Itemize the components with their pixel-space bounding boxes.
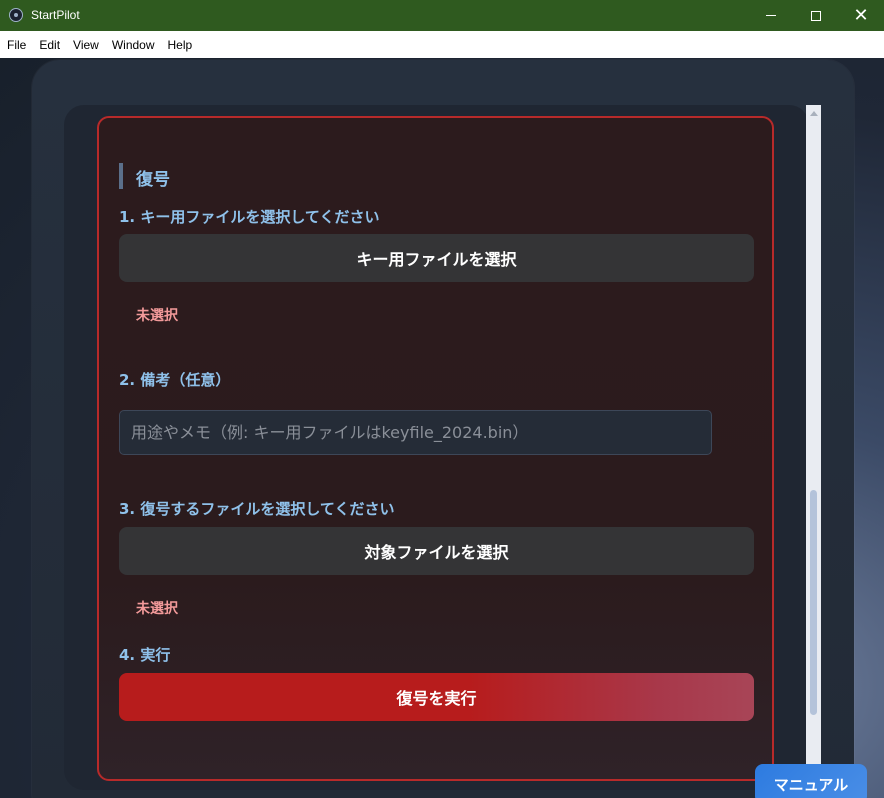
- decrypt-card: 復号 1. キー用ファイルを選択してください キー用ファイルを選択 未選択 2.…: [97, 116, 774, 781]
- app-logo-icon: [9, 8, 23, 22]
- select-key-file-button[interactable]: キー用ファイルを選択: [119, 234, 754, 282]
- step4-label: 4. 実行: [119, 646, 171, 664]
- close-icon: ✕: [853, 4, 869, 26]
- menu-file[interactable]: File: [1, 38, 32, 52]
- window-title: StartPilot: [31, 8, 80, 22]
- scrollbar-thumb[interactable]: [810, 490, 817, 715]
- minimize-button[interactable]: [748, 0, 794, 31]
- select-target-file-button[interactable]: 対象ファイルを選択: [119, 527, 754, 575]
- menu-view[interactable]: View: [67, 38, 105, 52]
- key-file-status: 未選択: [136, 308, 178, 324]
- minimize-icon: [766, 15, 776, 16]
- maximize-button[interactable]: [793, 0, 839, 31]
- title-bar: StartPilot ✕: [0, 0, 884, 31]
- note-input[interactable]: [119, 410, 712, 455]
- execute-decrypt-button[interactable]: 復号を実行: [119, 673, 754, 721]
- scroll-up-arrow-icon[interactable]: [810, 111, 818, 116]
- maximize-icon: [811, 10, 821, 21]
- section-accent-bar: [119, 163, 123, 189]
- app-viewport: 復号 1. キー用ファイルを選択してください キー用ファイルを選択 未選択 2.…: [0, 58, 884, 798]
- target-file-status: 未選択: [136, 601, 178, 617]
- menu-bar: File Edit View Window Help: [0, 31, 884, 58]
- step1-label: 1. キー用ファイルを選択してください: [119, 208, 380, 226]
- step2-label: 2. 備考（任意）: [119, 371, 231, 389]
- manual-button[interactable]: マニュアル: [755, 764, 867, 798]
- close-button[interactable]: ✕: [838, 0, 884, 31]
- menu-window[interactable]: Window: [106, 38, 161, 52]
- step3-label: 3. 復号するファイルを選択してください: [119, 500, 395, 518]
- section-title: 復号: [136, 170, 170, 190]
- menu-help[interactable]: Help: [162, 38, 199, 52]
- menu-edit[interactable]: Edit: [33, 38, 66, 52]
